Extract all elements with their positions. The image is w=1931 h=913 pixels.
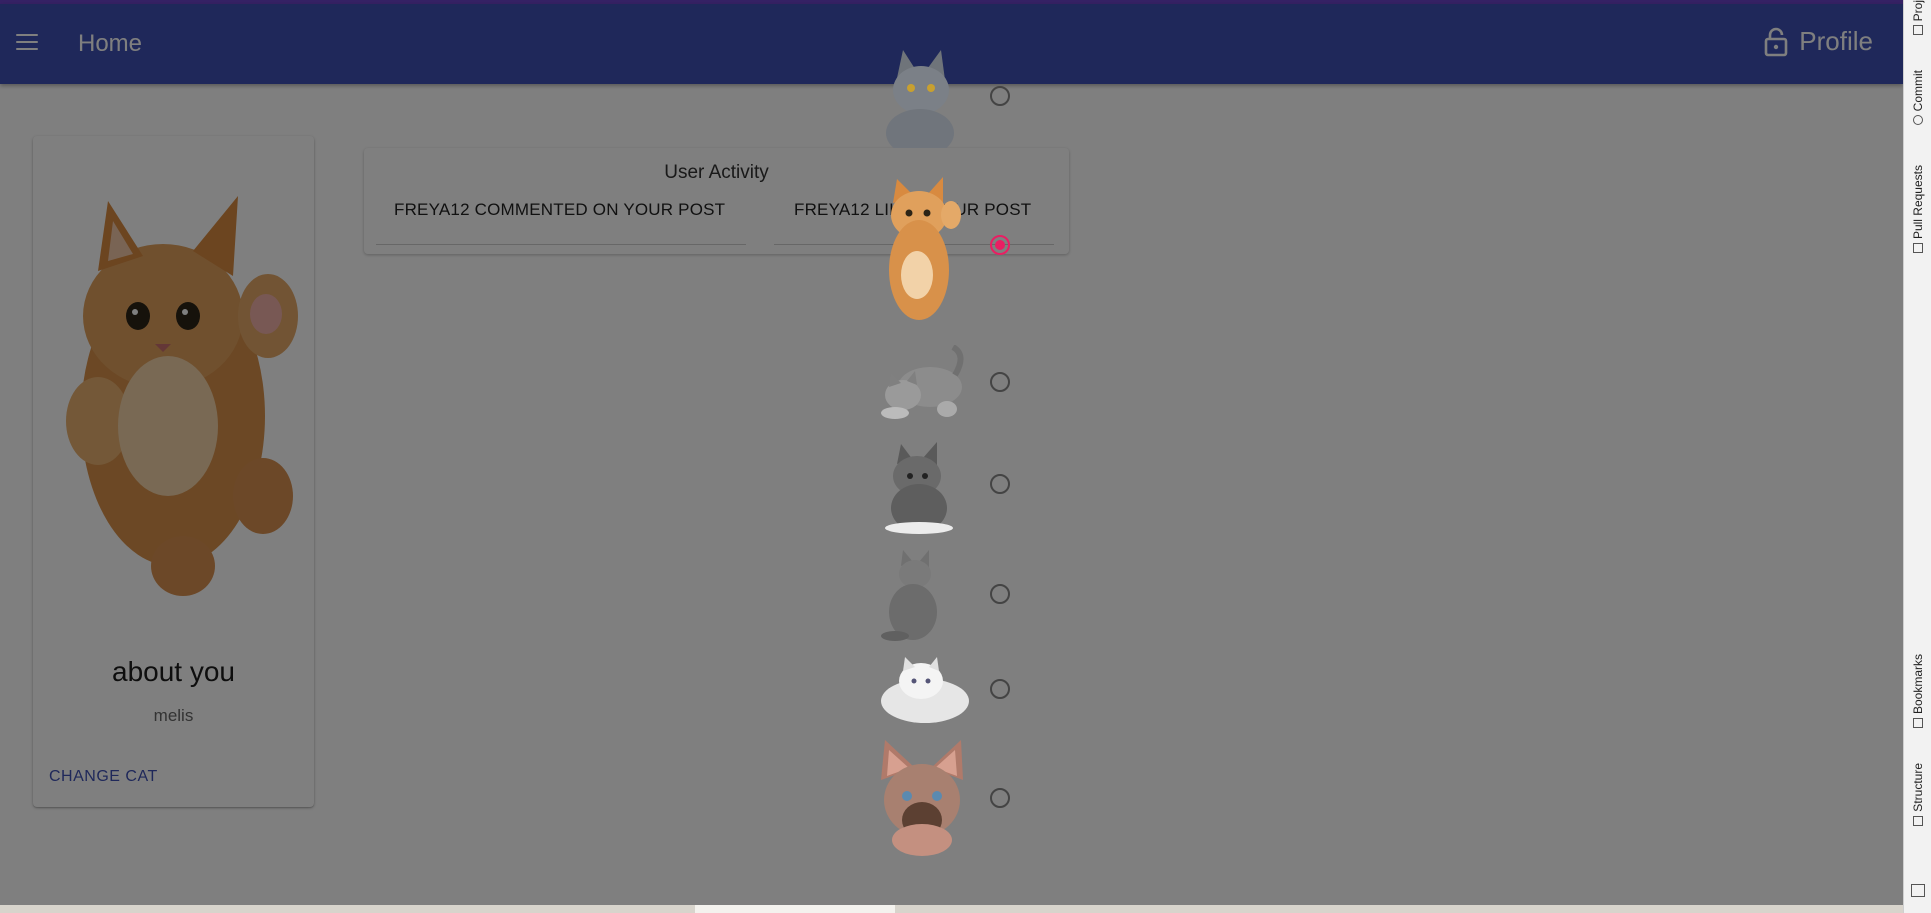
ide-tab-bookmarks[interactable]: Bookmarks <box>1904 654 1931 729</box>
ide-tab-label: Bookmarks <box>1911 654 1925 715</box>
ide-tab-label: Structure <box>1911 763 1925 812</box>
app-window: Home Profile <box>0 0 1903 905</box>
commit-icon <box>1913 115 1923 126</box>
cat-radio[interactable] <box>990 584 1010 604</box>
pull-request-icon <box>1913 243 1923 254</box>
ide-side-toolbar: Proj Commit Pull Requests Bookmarks Stru… <box>1903 0 1931 913</box>
cat-radio[interactable] <box>990 474 1010 494</box>
ide-tab-label: Proj <box>1911 0 1925 22</box>
gray-cat-icon <box>886 50 954 148</box>
cat-radio-selected[interactable] <box>990 235 1010 255</box>
cat-radio[interactable] <box>990 372 1010 392</box>
ide-tab-structure[interactable]: Structure <box>1904 763 1931 826</box>
sitting-gray-cat-icon <box>881 550 937 641</box>
horizontal-scrollbar[interactable] <box>0 905 1903 913</box>
ide-tab-pull-requests[interactable]: Pull Requests <box>1904 165 1931 254</box>
bookmark-icon <box>1913 718 1923 729</box>
ide-tab-label: Pull Requests <box>1911 165 1925 240</box>
small-tabby-kitten-icon <box>885 442 953 534</box>
ide-tab-commit[interactable]: Commit <box>1904 70 1931 126</box>
structure-icon <box>1913 815 1923 826</box>
scrollbar-thumb[interactable] <box>695 905 895 913</box>
orange-kitten-icon <box>889 177 961 320</box>
white-persian-cat-icon <box>881 657 969 723</box>
tabby-kitten-icon <box>881 345 964 419</box>
sphynx-cat-icon <box>881 740 963 856</box>
window-icon[interactable] <box>1911 884 1925 897</box>
ide-tab-label: Commit <box>1911 70 1925 112</box>
cat-radio[interactable] <box>990 788 1010 808</box>
cat-picker-dialog <box>870 0 1030 905</box>
folder-icon <box>1913 25 1923 36</box>
cat-radio[interactable] <box>990 86 1010 106</box>
ide-tab-project[interactable]: Proj <box>1904 0 1931 36</box>
cat-radio[interactable] <box>990 679 1010 699</box>
